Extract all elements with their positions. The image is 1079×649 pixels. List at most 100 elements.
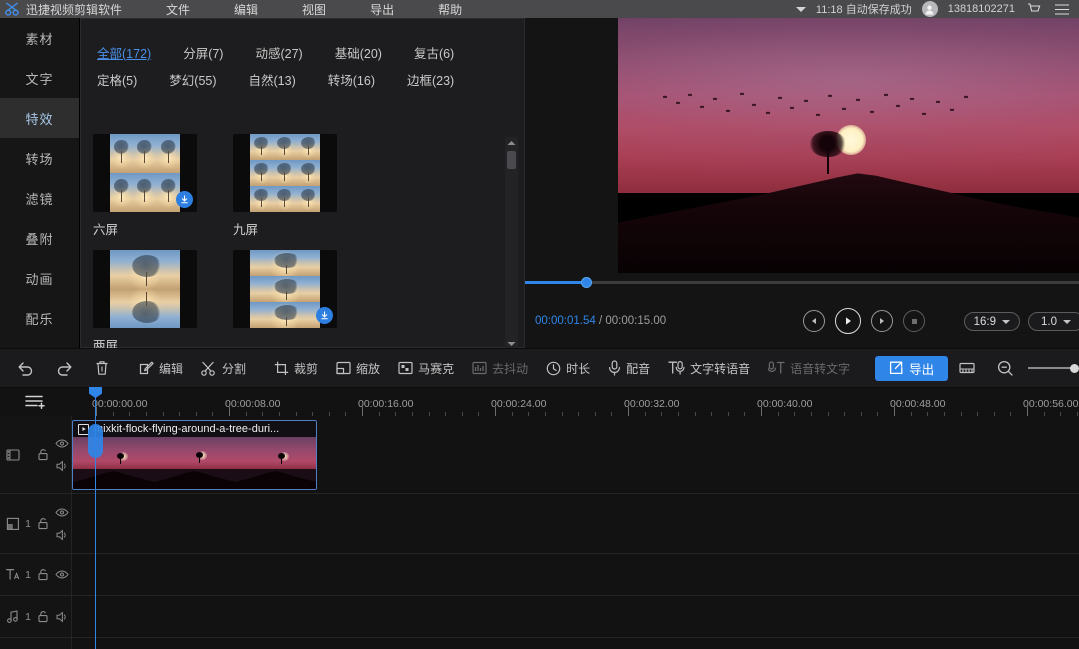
menu-item-help[interactable]: 帮助 [416, 1, 484, 18]
avatar[interactable] [922, 1, 938, 17]
track-video[interactable]: mixkit-flock-flying-around-a-tree-duri..… [0, 416, 1079, 494]
tool-stabilize[interactable]: 去抖动 [463, 348, 537, 388]
effect-item[interactable]: 两屏 [93, 250, 233, 349]
preview-seekbar[interactable] [525, 281, 1079, 284]
delete-button[interactable] [84, 348, 120, 388]
playhead-handle[interactable] [88, 424, 103, 458]
effect-category-split[interactable]: 分屏(7) [179, 43, 227, 62]
tool-mosaic[interactable]: 马赛克 [389, 348, 463, 388]
track-text[interactable]: 1 [0, 554, 1079, 596]
tool-split[interactable]: 分割 [192, 348, 255, 388]
timeline-zoom-slider[interactable] [1028, 364, 1079, 373]
effect-category-freeze[interactable]: 定格(5) [93, 70, 141, 89]
autosave-status: 11:18 自动保存成功 [816, 1, 912, 17]
download-icon[interactable] [176, 191, 193, 208]
playhead[interactable] [95, 388, 96, 649]
speaker-icon[interactable] [54, 527, 70, 543]
play-button[interactable] [835, 308, 861, 334]
sidebar-item-material[interactable]: 素材 [0, 18, 79, 58]
preview-seek-row[interactable] [525, 273, 1079, 291]
hamburger-menu-icon[interactable] [1053, 1, 1071, 17]
effect-thumbnail[interactable] [93, 134, 197, 212]
lock-icon[interactable] [35, 567, 51, 583]
speaker-icon[interactable] [54, 458, 70, 474]
tool-duration[interactable]: 时长 [537, 348, 599, 388]
aspect-ratio-dropdown[interactable]: 16:9 [964, 312, 1020, 331]
track-toggles [54, 609, 70, 625]
sidebar-item-text[interactable]: 文字 [0, 58, 79, 98]
effect-category-dream[interactable]: 梦幻(55) [165, 70, 220, 89]
effect-thumbnail[interactable] [233, 134, 337, 212]
tool-edit[interactable]: 编辑 [130, 348, 192, 388]
ruler-label: 00:00:00.00 [92, 398, 147, 410]
lock-icon[interactable] [35, 609, 51, 625]
sidebar-item-effects[interactable]: 特效 [0, 98, 79, 138]
lock-icon[interactable] [35, 516, 51, 532]
sidebar-item-transition[interactable]: 转场 [0, 138, 79, 178]
effect-category-basic[interactable]: 基础(20) [331, 43, 386, 62]
effect-category-all[interactable]: 全部(172) [93, 43, 155, 62]
sidebar-item-animation[interactable]: 动画 [0, 258, 79, 298]
track-empty[interactable] [0, 638, 1079, 649]
account-phone[interactable]: 13818102271 [948, 3, 1015, 15]
redo-button[interactable] [45, 348, 84, 388]
video-preview[interactable] [618, 18, 1079, 273]
effect-category-dynamic[interactable]: 动感(27) [251, 43, 306, 62]
effect-thumbnail[interactable] [233, 250, 337, 328]
sidebar-item-overlay[interactable]: 叠附 [0, 218, 79, 258]
chevron-down-icon [1063, 320, 1071, 324]
menu-bar: 迅捷视频剪辑软件 文件 编辑 视图 导出 帮助 11:18 自动保存成功 138… [0, 0, 1079, 18]
effect-thumbnail[interactable] [93, 250, 197, 328]
effect-grid[interactable]: 六屏 [93, 134, 505, 349]
preview-seek-handle[interactable] [581, 277, 592, 288]
effect-category-row-1: 全部(172) 分屏(7) 动感(27) 基础(20) 复古(6) [93, 39, 524, 66]
timeline-clip[interactable]: mixkit-flock-flying-around-a-tree-duri..… [72, 420, 317, 490]
effect-category-border[interactable]: 边框(23) [403, 70, 458, 89]
eye-icon[interactable] [54, 567, 70, 583]
menu-item-edit[interactable]: 编辑 [212, 1, 280, 18]
timeline-ruler[interactable]: 00:00:00.00 00:00:08.00 00:00:16.00 00:0… [72, 388, 1079, 416]
cart-icon[interactable] [1025, 1, 1043, 17]
tool-label: 裁剪 [294, 360, 318, 377]
tool-scale[interactable]: 缩放 [327, 348, 389, 388]
add-track-button[interactable] [0, 388, 72, 416]
export-button[interactable]: 导出 [875, 356, 948, 381]
effect-item[interactable]: 九屏 [233, 134, 373, 238]
speed-dropdown[interactable]: 1.0 [1028, 312, 1079, 331]
eye-icon[interactable] [54, 436, 70, 452]
previous-frame-button[interactable] [803, 310, 825, 332]
sidebar-item-filter[interactable]: 滤镜 [0, 178, 79, 218]
tool-text-to-speech[interactable]: 文字转语音 [659, 348, 759, 388]
eye-icon[interactable] [54, 505, 70, 521]
effect-category-transition[interactable]: 转场(16) [324, 70, 379, 89]
track-music[interactable]: 1 [0, 596, 1079, 638]
stop-button[interactable] [903, 310, 925, 332]
zoom-out-button[interactable] [986, 348, 1024, 388]
effect-category-retro[interactable]: 复古(6) [410, 43, 458, 62]
effect-label: 六屏 [93, 219, 233, 238]
tool-crop[interactable]: 裁剪 [265, 348, 327, 388]
effect-category-row-2: 定格(5) 梦幻(55) 自然(13) 转场(16) 边框(23) [93, 66, 524, 93]
effect-item[interactable]: 六屏 [93, 134, 233, 238]
menu-item-file[interactable]: 文件 [144, 1, 212, 18]
lock-icon[interactable] [35, 447, 51, 463]
zoom-slider-handle[interactable] [1070, 364, 1079, 373]
menu-item-export[interactable]: 导出 [348, 1, 416, 18]
scrollbar-thumb[interactable] [507, 151, 516, 169]
film-icon [5, 447, 21, 463]
fit-timeline-button[interactable] [948, 348, 986, 388]
download-icon[interactable] [316, 307, 333, 324]
menu-item-view[interactable]: 视图 [280, 1, 348, 18]
next-frame-button[interactable] [871, 310, 893, 332]
undo-button[interactable] [6, 348, 45, 388]
track-overlay[interactable]: 1 [0, 494, 1079, 554]
effect-item[interactable] [233, 250, 373, 349]
ruler-label: 00:00:24.00 [491, 398, 546, 410]
effects-scrollbar[interactable] [505, 137, 518, 349]
effect-category-nature[interactable]: 自然(13) [245, 70, 300, 89]
speaker-icon[interactable] [54, 609, 70, 625]
scroll-up-icon[interactable] [505, 137, 518, 148]
sidebar-item-music[interactable]: 配乐 [0, 298, 79, 338]
tool-speech-to-text[interactable]: 语音转文字 [759, 348, 859, 388]
tool-voiceover[interactable]: 配音 [599, 348, 659, 388]
